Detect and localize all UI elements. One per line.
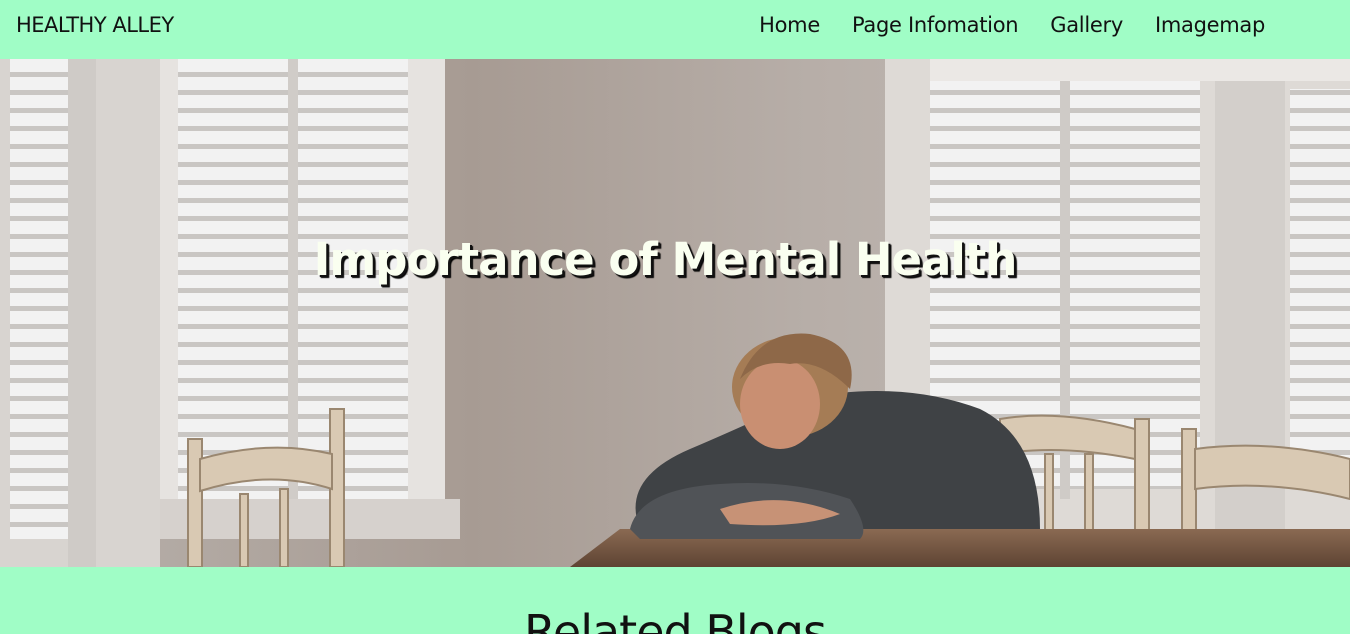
hero-photo [0,59,1350,567]
nav-gallery-link[interactable]: Gallery [1050,13,1123,37]
hero-title: Importance of Mental Health [313,233,1018,287]
top-navbar: HEALTHY ALLEY Home Page Infomation Galle… [0,0,1350,59]
brand-logo[interactable]: HEALTHY ALLEY [16,13,174,37]
nav-home-link[interactable]: Home [759,13,820,37]
nav-imagemap-link[interactable]: Imagemap [1155,13,1265,37]
related-blogs-heading: Related Blogs [524,605,827,634]
related-blogs-section: Related Blogs [0,567,1350,634]
nav-menu: Home Page Infomation Gallery Imagemap [759,13,1265,37]
nav-page-information-link[interactable]: Page Infomation [852,13,1019,37]
hero-banner: Importance of Mental Health [0,59,1350,567]
